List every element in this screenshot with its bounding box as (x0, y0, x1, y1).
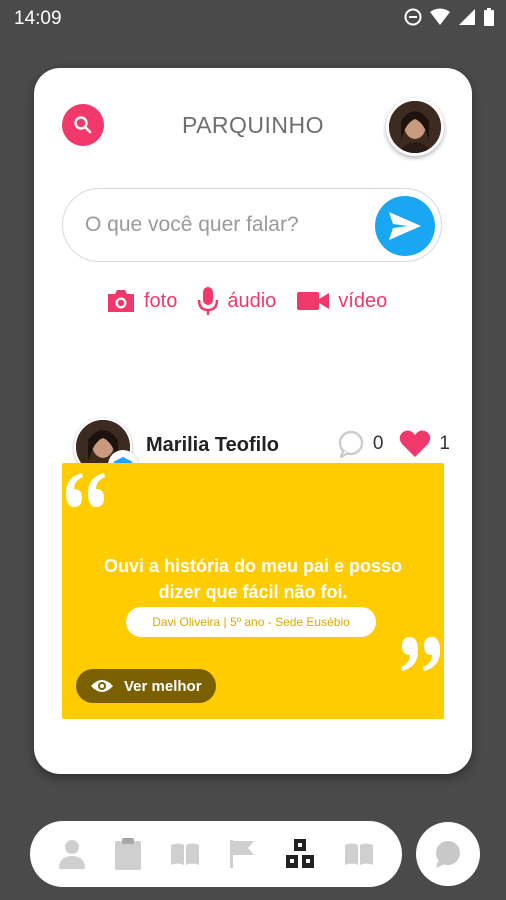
compose-field[interactable]: O que você quer falar? (62, 188, 442, 262)
profile-avatar[interactable] (386, 98, 444, 156)
compose-placeholder: O que você quer falar? (85, 213, 299, 236)
quote-close-icon (401, 637, 440, 671)
battery-icon (484, 8, 494, 26)
send-button[interactable] (375, 196, 435, 256)
chat-bubble-icon (436, 841, 460, 868)
audio-option[interactable]: áudio (197, 286, 276, 316)
video-camera-icon (297, 292, 330, 310)
photo-option[interactable]: foto (106, 289, 177, 313)
feed-card: PARQUINHO O que você quer falar? foto áu… (34, 68, 472, 774)
camera-icon (108, 290, 134, 312)
heart-icon[interactable] (399, 430, 431, 458)
like-count: 1 (439, 433, 450, 454)
status-icons (404, 8, 494, 26)
do-not-disturb-icon (404, 8, 422, 26)
media-options: foto áudio vídeo (106, 286, 387, 316)
nav-blocks-icon[interactable] (284, 838, 316, 870)
comment-count: 0 (372, 433, 384, 454)
photo-label: foto (144, 289, 178, 312)
video-option[interactable]: vídeo (296, 290, 387, 313)
video-label: vídeo (338, 289, 388, 312)
student-info: Davi Oliveira | 5º ano - Sede Eusébio (126, 607, 376, 637)
post-stats: 0 1 (337, 430, 450, 458)
comment-icon[interactable] (337, 430, 365, 458)
quote-card[interactable]: Ouvi a história do meu pai e posso dizer… (62, 463, 444, 719)
nav-library-icon[interactable] (344, 842, 374, 866)
quote-text: Ouvi a história do meu pai e posso dizer… (103, 556, 403, 602)
status-time: 14:09 (14, 8, 62, 29)
bottom-navigation (30, 821, 402, 887)
see-more-label: Ver melhor (124, 677, 202, 695)
nav-book-icon[interactable] (170, 842, 200, 866)
post-author-name: Marilia Teofilo (146, 434, 279, 456)
nav-flag-icon[interactable] (228, 839, 256, 869)
eye-icon (91, 680, 113, 692)
avatar-photo (389, 101, 441, 153)
microphone-icon (198, 287, 219, 315)
wifi-icon (430, 8, 450, 25)
audio-label: áudio (227, 289, 277, 312)
quote-open-icon (66, 473, 105, 507)
status-bar: 14:09 (0, 0, 506, 36)
see-more-button[interactable]: Ver melhor (76, 669, 216, 703)
signal-icon (459, 9, 475, 25)
nav-clipboard-icon[interactable] (114, 837, 142, 871)
send-icon (389, 212, 421, 240)
chat-button[interactable] (416, 822, 480, 886)
nav-profile-icon[interactable] (58, 838, 86, 870)
